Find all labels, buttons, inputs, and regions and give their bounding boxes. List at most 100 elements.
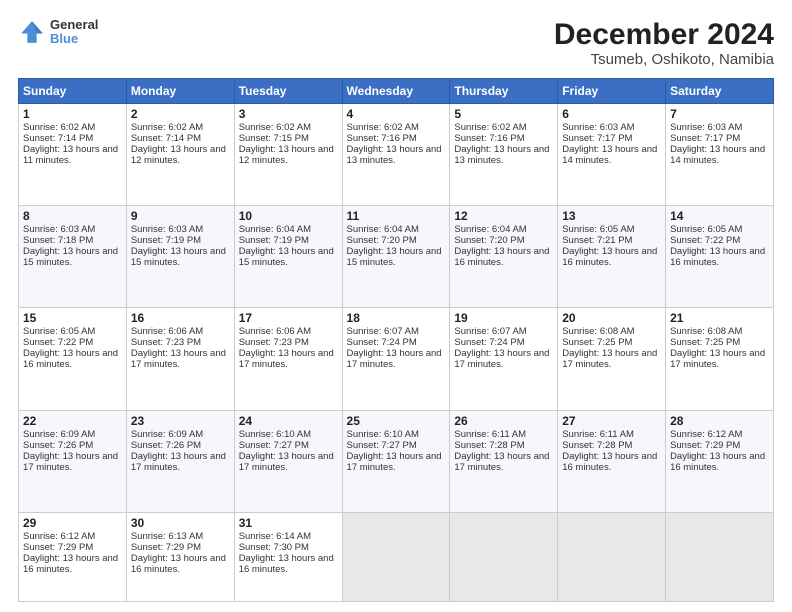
sunset-text: Sunset: 7:18 PM xyxy=(23,235,93,246)
sunrise-text: Sunrise: 6:04 AM xyxy=(454,224,526,235)
day-number: 11 xyxy=(347,209,446,223)
sunrise-text: Sunrise: 6:03 AM xyxy=(23,224,95,235)
sunset-text: Sunset: 7:20 PM xyxy=(347,235,417,246)
day-number: 2 xyxy=(131,107,230,121)
table-row: 19Sunrise: 6:07 AMSunset: 7:24 PMDayligh… xyxy=(450,308,558,410)
table-row: 22Sunrise: 6:09 AMSunset: 7:26 PMDayligh… xyxy=(19,410,127,512)
day-number: 9 xyxy=(131,209,230,223)
table-row: 20Sunrise: 6:08 AMSunset: 7:25 PMDayligh… xyxy=(558,308,666,410)
daylight-text: Daylight: 13 hours and 17 minutes. xyxy=(347,451,442,473)
sunset-text: Sunset: 7:27 PM xyxy=(239,440,309,451)
table-row: 21Sunrise: 6:08 AMSunset: 7:25 PMDayligh… xyxy=(666,308,774,410)
col-wednesday: Wednesday xyxy=(342,79,450,104)
day-number: 15 xyxy=(23,311,122,325)
calendar-title: December 2024 xyxy=(554,18,774,51)
sunset-text: Sunset: 7:22 PM xyxy=(670,235,740,246)
table-row: 1Sunrise: 6:02 AMSunset: 7:14 PMDaylight… xyxy=(19,104,127,206)
day-number: 4 xyxy=(347,107,446,121)
sunset-text: Sunset: 7:25 PM xyxy=(562,337,632,348)
table-row: 18Sunrise: 6:07 AMSunset: 7:24 PMDayligh… xyxy=(342,308,450,410)
table-row: 11Sunrise: 6:04 AMSunset: 7:20 PMDayligh… xyxy=(342,206,450,308)
sunset-text: Sunset: 7:21 PM xyxy=(562,235,632,246)
sunrise-text: Sunrise: 6:08 AM xyxy=(562,326,634,337)
day-number: 29 xyxy=(23,516,122,530)
sunset-text: Sunset: 7:24 PM xyxy=(347,337,417,348)
sunset-text: Sunset: 7:29 PM xyxy=(131,542,201,553)
sunset-text: Sunset: 7:15 PM xyxy=(239,133,309,144)
day-number: 3 xyxy=(239,107,338,121)
day-number: 19 xyxy=(454,311,553,325)
daylight-text: Daylight: 13 hours and 17 minutes. xyxy=(347,348,442,370)
table-row xyxy=(342,512,450,601)
logo-line2: Blue xyxy=(50,32,98,46)
table-row: 29Sunrise: 6:12 AMSunset: 7:29 PMDayligh… xyxy=(19,512,127,601)
daylight-text: Daylight: 13 hours and 14 minutes. xyxy=(670,144,765,166)
daylight-text: Daylight: 13 hours and 16 minutes. xyxy=(131,553,226,575)
col-sunday: Sunday xyxy=(19,79,127,104)
table-row xyxy=(450,512,558,601)
table-row: 2Sunrise: 6:02 AMSunset: 7:14 PMDaylight… xyxy=(126,104,234,206)
daylight-text: Daylight: 13 hours and 17 minutes. xyxy=(454,451,549,473)
day-number: 1 xyxy=(23,107,122,121)
sunrise-text: Sunrise: 6:12 AM xyxy=(670,429,742,440)
table-row: 12Sunrise: 6:04 AMSunset: 7:20 PMDayligh… xyxy=(450,206,558,308)
daylight-text: Daylight: 13 hours and 15 minutes. xyxy=(131,246,226,268)
table-row: 31Sunrise: 6:14 AMSunset: 7:30 PMDayligh… xyxy=(234,512,342,601)
sunrise-text: Sunrise: 6:02 AM xyxy=(454,122,526,133)
daylight-text: Daylight: 13 hours and 15 minutes. xyxy=(347,246,442,268)
table-row: 9Sunrise: 6:03 AMSunset: 7:19 PMDaylight… xyxy=(126,206,234,308)
calendar-header-row: Sunday Monday Tuesday Wednesday Thursday… xyxy=(19,79,774,104)
sunrise-text: Sunrise: 6:02 AM xyxy=(23,122,95,133)
sunset-text: Sunset: 7:16 PM xyxy=(347,133,417,144)
day-number: 26 xyxy=(454,414,553,428)
logo: General Blue xyxy=(18,18,98,47)
col-thursday: Thursday xyxy=(450,79,558,104)
table-row: 24Sunrise: 6:10 AMSunset: 7:27 PMDayligh… xyxy=(234,410,342,512)
day-number: 7 xyxy=(670,107,769,121)
table-row: 5Sunrise: 6:02 AMSunset: 7:16 PMDaylight… xyxy=(450,104,558,206)
daylight-text: Daylight: 13 hours and 17 minutes. xyxy=(454,348,549,370)
daylight-text: Daylight: 13 hours and 17 minutes. xyxy=(239,348,334,370)
sunset-text: Sunset: 7:25 PM xyxy=(670,337,740,348)
sunrise-text: Sunrise: 6:11 AM xyxy=(454,429,526,440)
sunrise-text: Sunrise: 6:09 AM xyxy=(131,429,203,440)
sunset-text: Sunset: 7:26 PM xyxy=(23,440,93,451)
day-number: 28 xyxy=(670,414,769,428)
daylight-text: Daylight: 13 hours and 16 minutes. xyxy=(454,246,549,268)
daylight-text: Daylight: 13 hours and 15 minutes. xyxy=(239,246,334,268)
day-number: 23 xyxy=(131,414,230,428)
daylight-text: Daylight: 13 hours and 16 minutes. xyxy=(23,348,118,370)
daylight-text: Daylight: 13 hours and 16 minutes. xyxy=(239,553,334,575)
sunset-text: Sunset: 7:24 PM xyxy=(454,337,524,348)
sunrise-text: Sunrise: 6:08 AM xyxy=(670,326,742,337)
day-number: 17 xyxy=(239,311,338,325)
sunrise-text: Sunrise: 6:07 AM xyxy=(454,326,526,337)
sunset-text: Sunset: 7:16 PM xyxy=(454,133,524,144)
day-number: 22 xyxy=(23,414,122,428)
sunrise-text: Sunrise: 6:06 AM xyxy=(131,326,203,337)
table-row: 16Sunrise: 6:06 AMSunset: 7:23 PMDayligh… xyxy=(126,308,234,410)
table-row: 17Sunrise: 6:06 AMSunset: 7:23 PMDayligh… xyxy=(234,308,342,410)
sunrise-text: Sunrise: 6:04 AM xyxy=(347,224,419,235)
logo-line1: General xyxy=(50,18,98,32)
table-row: 4Sunrise: 6:02 AMSunset: 7:16 PMDaylight… xyxy=(342,104,450,206)
daylight-text: Daylight: 13 hours and 17 minutes. xyxy=(131,451,226,473)
daylight-text: Daylight: 13 hours and 15 minutes. xyxy=(23,246,118,268)
daylight-text: Daylight: 13 hours and 12 minutes. xyxy=(131,144,226,166)
day-number: 25 xyxy=(347,414,446,428)
sunrise-text: Sunrise: 6:03 AM xyxy=(670,122,742,133)
sunrise-text: Sunrise: 6:14 AM xyxy=(239,531,311,542)
sunset-text: Sunset: 7:30 PM xyxy=(239,542,309,553)
sunrise-text: Sunrise: 6:05 AM xyxy=(670,224,742,235)
day-number: 24 xyxy=(239,414,338,428)
sunset-text: Sunset: 7:22 PM xyxy=(23,337,93,348)
day-number: 14 xyxy=(670,209,769,223)
daylight-text: Daylight: 13 hours and 14 minutes. xyxy=(562,144,657,166)
sunset-text: Sunset: 7:19 PM xyxy=(239,235,309,246)
col-saturday: Saturday xyxy=(666,79,774,104)
sunset-text: Sunset: 7:23 PM xyxy=(239,337,309,348)
daylight-text: Daylight: 13 hours and 16 minutes. xyxy=(670,246,765,268)
logo-text: General Blue xyxy=(50,18,98,47)
table-row xyxy=(558,512,666,601)
title-block: December 2024 Tsumeb, Oshikoto, Namibia xyxy=(554,18,774,68)
